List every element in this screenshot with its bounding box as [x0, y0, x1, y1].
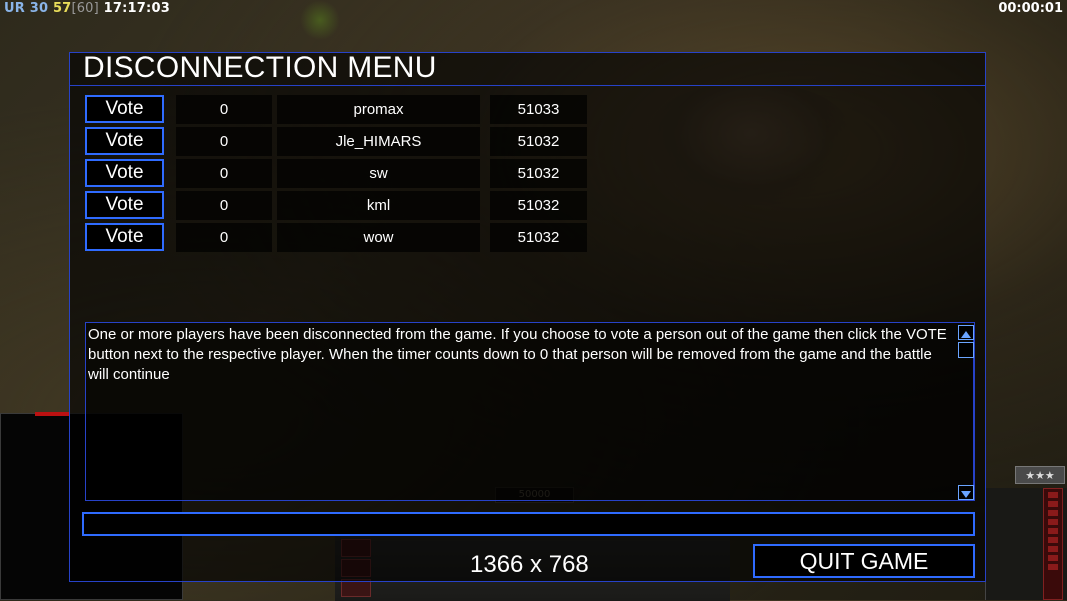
vote-count: 0 — [176, 127, 272, 156]
player-timer: 51033 — [490, 95, 587, 124]
message-text: One or more players have been disconnect… — [88, 326, 947, 383]
dialog-title: DISCONNECTION MENU — [83, 51, 437, 84]
scroll-down-arrow-icon[interactable] — [958, 485, 974, 500]
scrollbar-thumb[interactable] — [958, 342, 974, 358]
power-segment — [1048, 537, 1058, 543]
player-timer: 51032 — [490, 127, 587, 156]
vote-count: 0 — [176, 191, 272, 220]
title-divider — [70, 85, 985, 86]
power-segment — [1048, 501, 1058, 507]
player-name: Jle_HIMARS — [277, 127, 480, 156]
vote-count: 0 — [176, 223, 272, 252]
power-segment — [1048, 555, 1058, 561]
hud-stats: UR 30 57[60] 17:17:03 — [4, 1, 170, 16]
power-segment — [1048, 546, 1058, 552]
vote-button[interactable]: Vote — [85, 159, 164, 187]
player-name: promax — [277, 95, 480, 124]
rank-stars-icon: ★★★ — [1015, 466, 1065, 484]
vote-button[interactable]: Vote — [85, 95, 164, 123]
power-segment — [1048, 510, 1058, 516]
player-timer: 51032 — [490, 159, 587, 188]
hud-ur-value: 30 — [29, 1, 49, 16]
chat-input[interactable] — [82, 512, 975, 536]
vote-button[interactable]: Vote — [85, 223, 164, 251]
scenery-tree — [300, 0, 340, 40]
power-bar — [1043, 488, 1063, 600]
player-timer: 51032 — [490, 223, 587, 252]
hud-fps: 57 — [52, 1, 72, 16]
hud-fps-cap: [60] — [71, 1, 99, 16]
hud-clock: 17:17:03 — [103, 1, 170, 16]
vote-count: 0 — [176, 159, 272, 188]
hud-ur-label: UR — [4, 1, 25, 16]
vote-button[interactable]: Vote — [85, 127, 164, 155]
player-name: wow — [277, 223, 480, 252]
scroll-up-arrow-icon[interactable] — [958, 325, 974, 340]
vote-button[interactable]: Vote — [85, 191, 164, 219]
resolution-label: 1366 x 768 — [470, 551, 589, 578]
game-timer: 00:00:01 — [998, 1, 1063, 16]
player-timer: 51032 — [490, 191, 587, 220]
player-name: kml — [277, 191, 480, 220]
player-name: sw — [277, 159, 480, 188]
power-segment — [1048, 519, 1058, 525]
quit-game-button[interactable]: QUIT GAME — [753, 544, 975, 578]
power-segment — [1048, 528, 1058, 534]
power-segment — [1048, 492, 1058, 498]
power-segment — [1048, 564, 1058, 570]
vote-count: 0 — [176, 95, 272, 124]
panel-red-tab — [35, 412, 69, 416]
